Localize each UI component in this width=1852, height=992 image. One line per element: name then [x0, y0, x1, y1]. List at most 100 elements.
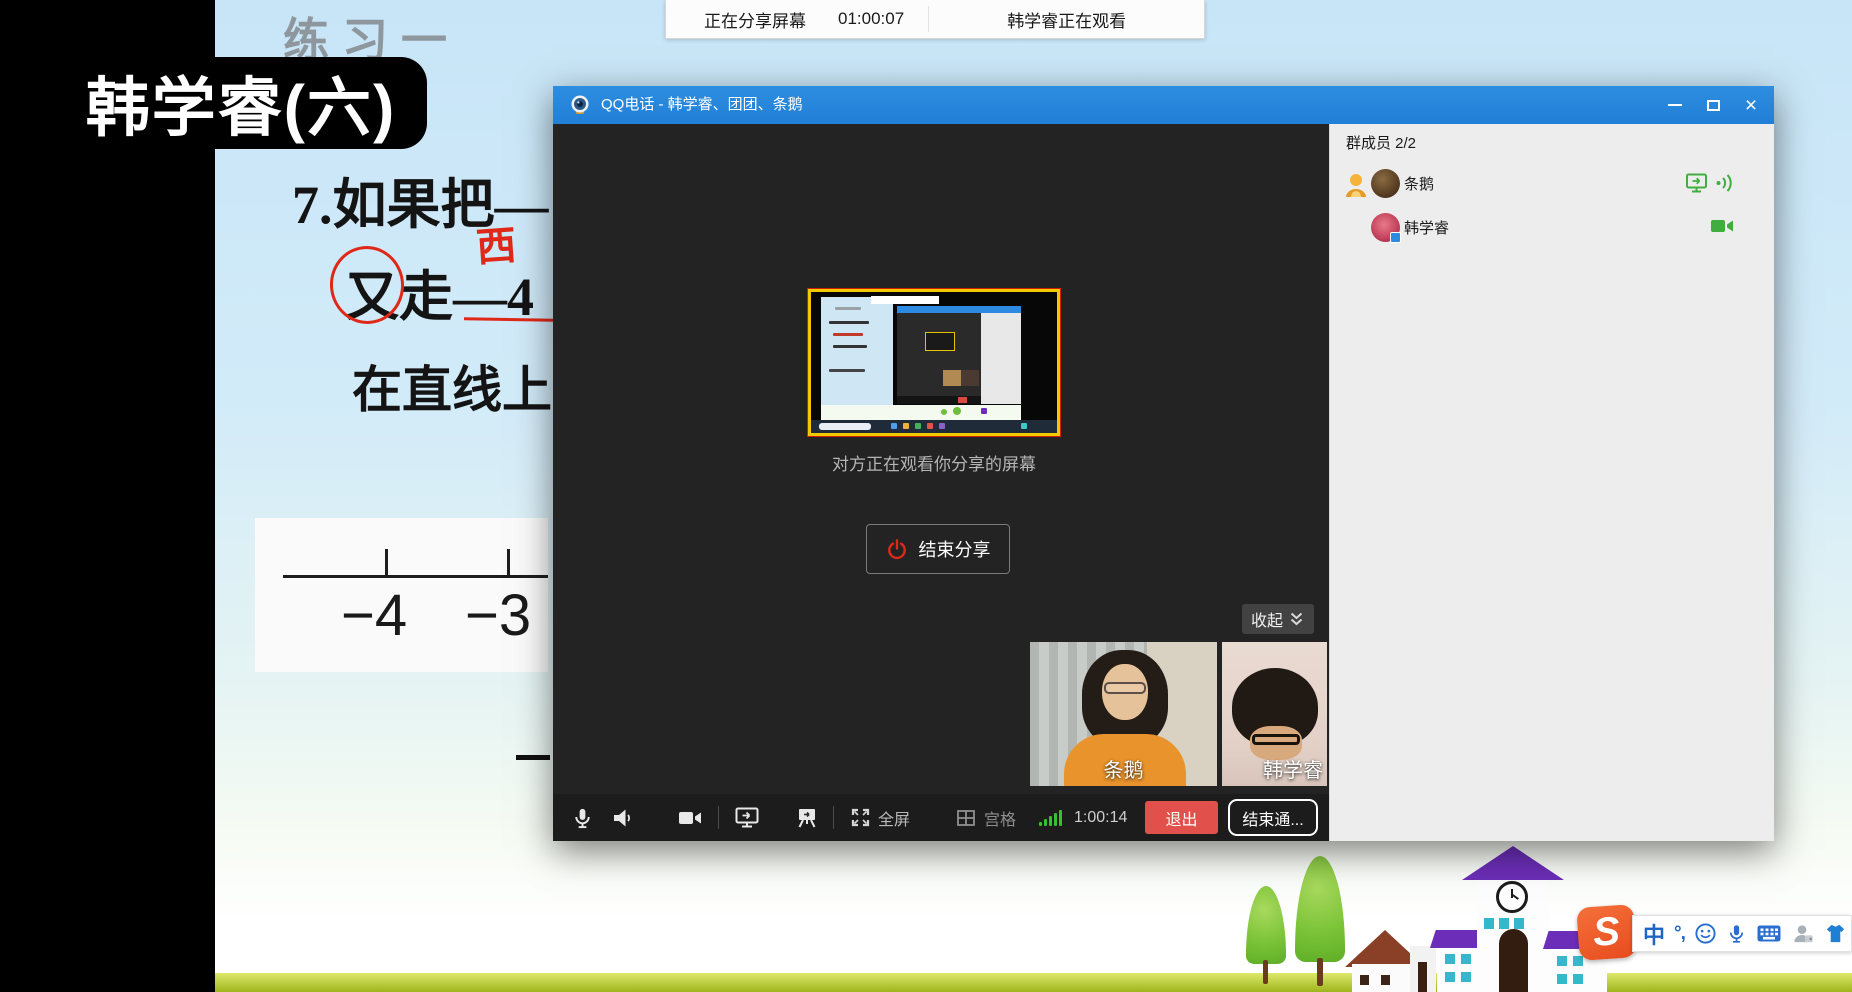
share-screen-icon — [734, 805, 760, 830]
ime-account-button[interactable] — [1791, 922, 1815, 945]
speaker-button[interactable] — [611, 794, 635, 841]
video2-name-label: 韩学睿 — [1263, 754, 1323, 783]
tree-large-trunk — [1317, 958, 1323, 986]
house-door — [1418, 962, 1427, 992]
school-window — [1484, 918, 1494, 929]
exit-button[interactable]: 退出 — [1145, 801, 1218, 834]
collapse-thumbnails-button[interactable]: 收起 — [1242, 604, 1314, 634]
school-window — [1461, 972, 1471, 982]
school-window — [1557, 974, 1567, 984]
whiteboard-button[interactable] — [794, 794, 820, 841]
mini-taskbar — [811, 420, 1057, 433]
house-window — [1360, 975, 1369, 985]
member-row-tiao-e[interactable]: 条鹅 — [1330, 166, 1775, 204]
webcam-icon — [569, 94, 591, 116]
grid-view-label: 宫格 — [984, 806, 1016, 830]
grid-view-button[interactable]: 宫格 — [955, 794, 1016, 841]
student-name-overlay: 韩学睿(六) — [55, 57, 427, 149]
ime-keyboard-button[interactable] — [1756, 922, 1782, 945]
ime-voice-button[interactable] — [1726, 922, 1747, 945]
watching-status-text: 对方正在观看你分享的屏幕 — [808, 450, 1060, 475]
member1-name: 条鹅 — [1404, 173, 1434, 194]
school-window — [1573, 956, 1583, 966]
share-duration: 01:00:07 — [838, 9, 904, 29]
close-icon: × — [1745, 95, 1757, 116]
video-thumbnail-tiao-e[interactable]: 条鹅 — [1030, 642, 1217, 786]
house-window — [1381, 975, 1390, 985]
mini-slide — [821, 297, 893, 405]
share-bar-divider — [928, 6, 929, 32]
screen-share-status-bar[interactable]: 正在分享屏幕 01:00:07 韩学睿正在观看 — [665, 0, 1205, 39]
window-title: QQ电话 - 韩学睿、团团、条鹅 — [601, 86, 803, 124]
fullscreen-label: 全屏 — [878, 806, 910, 830]
member2-badge — [1390, 232, 1401, 243]
member1-status-icons — [1685, 172, 1735, 194]
school-door — [1499, 929, 1528, 992]
slide-problem-line3: 在直线上 — [352, 350, 552, 422]
slide-minus-dash — [516, 755, 550, 760]
speaking-member-icon — [1343, 171, 1369, 198]
member-row-han-xuerui[interactable]: 韩学睿 — [1330, 210, 1775, 248]
fullscreen-icon — [850, 807, 871, 828]
grid-icon — [955, 807, 977, 829]
minimize-button[interactable] — [1656, 86, 1694, 124]
toolbar-divider — [718, 806, 719, 829]
viewer-status-text: 韩学睿正在观看 — [1007, 7, 1126, 32]
red-handwriting-annotation: 西 — [474, 213, 518, 274]
school-window — [1461, 954, 1471, 964]
window-controls: × — [1656, 86, 1770, 124]
school-window — [1514, 918, 1524, 929]
school-window — [1557, 956, 1567, 966]
microphone-button[interactable] — [571, 794, 594, 841]
sogou-logo[interactable]: S — [1576, 904, 1637, 961]
member2-name: 韩学睿 — [1404, 217, 1449, 238]
number-line-label: −4 — [341, 582, 407, 649]
mini-scenery — [821, 405, 1021, 420]
video-thumbnail-han-xuerui[interactable]: 韩学睿 — [1222, 642, 1327, 786]
number-line-tick — [507, 549, 510, 578]
speaker-icon — [611, 806, 635, 830]
end-share-button[interactable]: 结束分享 — [866, 524, 1010, 574]
maximize-button[interactable] — [1694, 86, 1732, 124]
window-titlebar[interactable]: QQ电话 - 韩学睿、团团、条鹅 × — [553, 86, 1774, 124]
microphone-icon — [571, 806, 594, 830]
member1-avatar[interactable] — [1371, 169, 1400, 198]
member2-status-icons — [1709, 216, 1735, 236]
members-header: 群成员 2/2 — [1346, 132, 1416, 153]
close-button[interactable]: × — [1732, 86, 1770, 124]
number-line-label: −3 — [465, 582, 531, 649]
ime-toolbar: 中 °, — [1632, 915, 1852, 952]
end-call-button[interactable]: 结束通... — [1228, 799, 1318, 836]
signal-bars-icon — [1039, 810, 1062, 826]
number-line-figure: −4 −3 — [255, 518, 548, 672]
school-clock — [1496, 881, 1528, 913]
speaking-waves-icon — [1715, 172, 1735, 194]
qq-call-window: QQ电话 - 韩学睿、团团、条鹅 × — [553, 86, 1774, 841]
double-chevron-down-icon — [1288, 611, 1305, 627]
ime-language-toggle[interactable]: 中 — [1643, 918, 1665, 950]
call-toolbar: 全屏 宫格 1:00:14 退出 结 — [553, 794, 1329, 841]
video1-name-label: 条鹅 — [1104, 754, 1144, 783]
toolbar-divider — [833, 806, 834, 829]
shared-screen-preview — [808, 289, 1060, 436]
camera-on-icon — [1709, 216, 1735, 236]
minimize-icon — [1668, 104, 1682, 106]
collapse-label: 收起 — [1251, 607, 1283, 631]
ime-emoji-button[interactable] — [1694, 922, 1717, 945]
fullscreen-button[interactable]: 全屏 — [850, 794, 910, 841]
school-window — [1445, 972, 1455, 982]
video2-glasses — [1252, 734, 1300, 745]
camera-button[interactable] — [677, 794, 703, 841]
number-line-tick — [385, 549, 388, 578]
end-share-label: 结束分享 — [919, 536, 991, 562]
call-main-area: 对方正在观看你分享的屏幕 结束分享 收起 — [553, 124, 1329, 794]
power-icon — [886, 538, 908, 560]
ime-punctuation-toggle[interactable]: °, — [1674, 923, 1685, 945]
exit-label: 退出 — [1165, 806, 1197, 830]
school-window — [1573, 974, 1583, 984]
call-duration-text: 1:00:14 — [1074, 809, 1127, 827]
camera-icon — [677, 806, 703, 830]
share-screen-button[interactable] — [734, 794, 760, 841]
ime-skin-button[interactable] — [1824, 922, 1847, 945]
video1-glasses — [1104, 682, 1146, 694]
